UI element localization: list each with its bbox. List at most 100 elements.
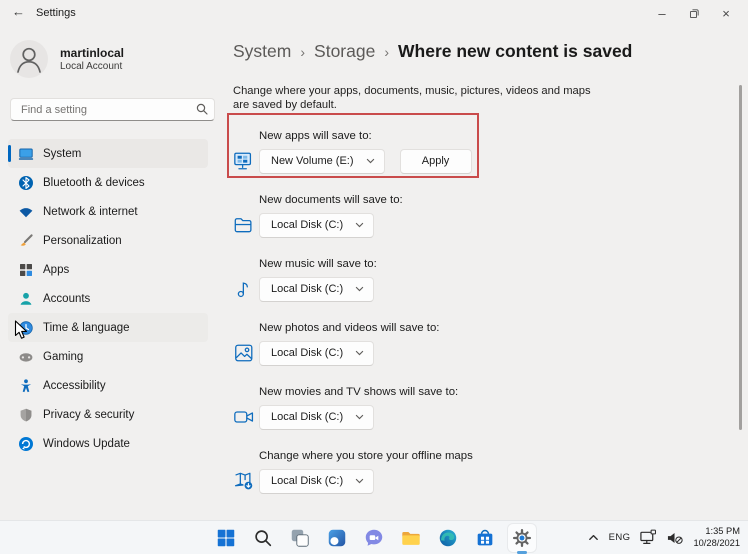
new-music-drive-dropdown[interactable]: Local Disk (C:) <box>259 276 375 302</box>
person-icon <box>18 291 34 307</box>
sidebar-item-label: Accessibility <box>43 379 106 392</box>
chat-button[interactable] <box>360 524 388 552</box>
dropdown-value: Local Disk (C:) <box>271 283 344 295</box>
chevron-right-icon: › <box>300 44 306 60</box>
section-label: New photos and videos will save to: <box>259 322 440 334</box>
page-description: Change where your apps, documents, music… <box>233 84 748 112</box>
new-photos-drive-dropdown[interactable]: Local Disk (C:) <box>259 340 375 366</box>
section-row: New Volume (E:) Apply <box>233 148 748 174</box>
person-icon <box>17 47 41 73</box>
page-title: Where new content is saved <box>398 41 633 61</box>
sidebar-item-bluetooth-devices[interactable]: Bluetooth & devices <box>8 168 208 197</box>
windows-logo-icon <box>217 529 235 546</box>
task-view-button[interactable] <box>286 524 314 552</box>
account-type: Local Account <box>60 60 123 72</box>
account-card[interactable]: martinlocal Local Account <box>10 40 124 78</box>
tray-chevron-up-icon[interactable] <box>587 531 600 544</box>
section-new-movies-tv: New movies and TV shows will save to: Lo… <box>233 385 748 430</box>
sidebar-item-apps[interactable]: Apps <box>8 255 208 284</box>
sidebar-item-system[interactable]: System <box>8 139 208 168</box>
sidebar-item-gaming[interactable]: Gaming <box>8 342 208 371</box>
search-input[interactable] <box>10 98 215 121</box>
sidebar-item-label: Privacy & security <box>43 408 135 421</box>
video-camera-icon <box>233 406 255 428</box>
breadcrumb-system[interactable]: System <box>233 40 291 63</box>
microsoft-store-button[interactable] <box>471 524 499 552</box>
back-icon[interactable]: ← <box>12 4 25 19</box>
sidebar-item-personalization[interactable]: Personalization <box>8 226 208 255</box>
system-tray: ENG 1:35 PM 10/28/2021 <box>587 521 740 554</box>
volume-muted-icon[interactable] <box>666 530 684 546</box>
language-indicator[interactable]: ENG <box>609 532 631 543</box>
tray-time: 1:35 PM <box>705 526 740 536</box>
sidebar-item-accessibility[interactable]: Accessibility <box>8 371 208 400</box>
chevron-down-icon <box>355 478 364 484</box>
apps-icon <box>18 262 34 278</box>
edge-browser-button[interactable] <box>434 524 462 552</box>
minimize-icon[interactable]: – <box>646 0 678 26</box>
new-documents-drive-dropdown[interactable]: Local Disk (C:) <box>259 212 375 238</box>
widgets-icon <box>328 529 346 546</box>
file-explorer-button[interactable] <box>397 524 425 552</box>
start-button[interactable] <box>212 524 240 552</box>
sidebar-item-windows-update[interactable]: Windows Update <box>8 429 208 458</box>
section-row: Local Disk (C:) <box>233 212 748 238</box>
dropdown-value: Local Disk (C:) <box>271 411 344 423</box>
update-arrows-icon <box>18 436 34 452</box>
section-label: Change where you store your offline maps <box>259 450 473 462</box>
new-apps-drive-dropdown[interactable]: New Volume (E:) <box>259 148 385 174</box>
chat-icon <box>365 529 383 546</box>
sidebar-item-network-internet[interactable]: Network & internet <box>8 197 208 226</box>
sidebar-item-time-language[interactable]: Time & language <box>8 313 208 342</box>
network-icon[interactable] <box>639 529 657 546</box>
avatar <box>10 40 48 78</box>
breadcrumb-storage[interactable]: Storage <box>314 40 375 63</box>
sidebar-item-label: Time & language <box>43 321 130 334</box>
window-title: Settings <box>36 7 76 19</box>
sidebar-item-privacy-security[interactable]: Privacy & security <box>8 400 208 429</box>
dropdown-value: Local Disk (C:) <box>271 475 344 487</box>
section-label: New music will save to: <box>259 258 377 270</box>
chevron-down-icon <box>355 222 364 228</box>
offline-maps-icon <box>233 470 255 492</box>
dropdown-value: New Volume (E:) <box>271 155 354 167</box>
section-new-apps: New apps will save to: New Volume (E:) A… <box>233 129 748 174</box>
close-icon[interactable]: × <box>710 0 742 26</box>
sidebar-item-label: Bluetooth & devices <box>43 176 145 189</box>
folder-icon <box>402 531 420 545</box>
sidebar-item-label: Personalization <box>43 234 122 247</box>
section-offline-maps: Change where you store your offline maps… <box>233 449 748 494</box>
sidebar-item-label: System <box>43 147 82 160</box>
clock[interactable]: 1:35 PM 10/28/2021 <box>693 526 740 549</box>
breadcrumb: System › Storage › Where new content is … <box>233 40 748 64</box>
sidebar-item-label: Gaming <box>43 350 84 363</box>
section-row: Local Disk (C:) <box>233 468 748 494</box>
titlebar: ← Settings – × <box>0 0 748 28</box>
taskbar-center <box>212 523 536 554</box>
settings-app-button[interactable] <box>508 523 536 554</box>
new-movies-drive-dropdown[interactable]: Local Disk (C:) <box>259 404 375 430</box>
documents-folder-icon <box>233 214 255 236</box>
task-view-icon <box>291 529 309 547</box>
taskbar: ENG 1:35 PM 10/28/2021 <box>0 520 748 554</box>
settings-gear-icon <box>512 528 532 547</box>
restore-icon[interactable] <box>678 0 710 26</box>
apply-button[interactable]: Apply <box>399 148 472 174</box>
section-row: Local Disk (C:) <box>233 404 748 430</box>
sidebar-item-accounts[interactable]: Accounts <box>8 284 208 313</box>
bluetooth-icon <box>18 175 34 191</box>
offline-maps-drive-dropdown[interactable]: Local Disk (C:) <box>259 468 375 494</box>
section-row: Local Disk (C:) <box>233 276 748 302</box>
dropdown-value: Local Disk (C:) <box>271 219 344 231</box>
sidebar-item-label: Apps <box>43 263 70 276</box>
accessibility-person-icon <box>18 378 34 394</box>
sidebar-item-label: Accounts <box>43 292 91 305</box>
sidebar: martinlocal Local Account System Bluetoo… <box>0 28 222 520</box>
page-description-line1: Change where your apps, documents, music… <box>233 85 591 97</box>
section-new-music: New music will save to: Local Disk (C:) <box>233 257 748 302</box>
wifi-icon <box>18 204 34 220</box>
widgets-button[interactable] <box>323 524 351 552</box>
taskbar-search-button[interactable] <box>249 524 277 552</box>
vertical-scrollbar[interactable] <box>739 85 742 430</box>
game-controller-icon <box>18 349 34 365</box>
